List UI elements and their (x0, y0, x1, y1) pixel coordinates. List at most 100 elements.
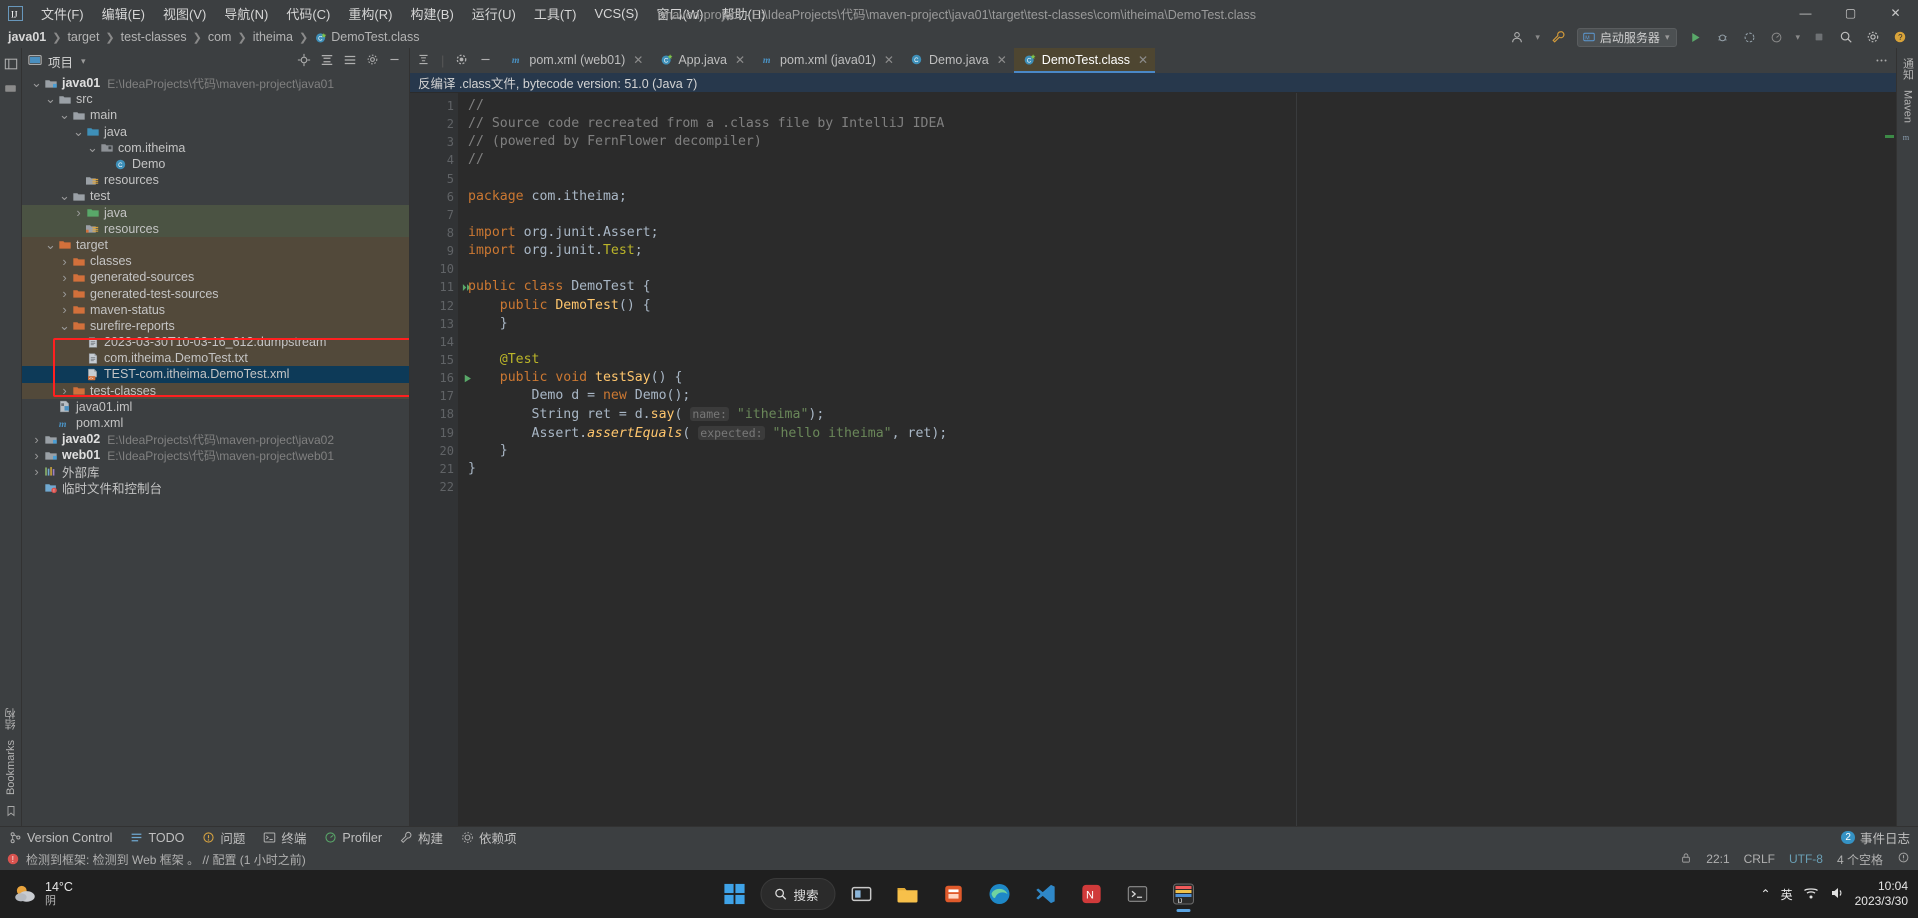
tab-close-icon[interactable]: ✕ (633, 53, 643, 67)
breadcrumb-item-3[interactable]: com (206, 30, 234, 44)
chevron-right-icon[interactable]: › (30, 464, 43, 479)
tab-close-icon[interactable]: ✕ (1138, 53, 1148, 67)
gutter-line-12[interactable]: 12 (410, 297, 458, 315)
menu-item-8[interactable]: 工具(T) (525, 1, 586, 26)
bottom-tool-2[interactable]: 问题 (193, 827, 254, 849)
task-view-button[interactable] (842, 874, 882, 914)
bottom-tool-4[interactable]: Profiler (315, 827, 391, 849)
gutter-line-21[interactable]: 21 (410, 460, 458, 478)
menu-item-9[interactable]: VCS(S) (585, 3, 647, 24)
settings-gear-icon[interactable] (1864, 29, 1881, 46)
editor-gutter[interactable]: 12345678910111213141516171819202122 (410, 93, 458, 826)
tray-expand-icon[interactable]: ⌃ (1761, 887, 1771, 901)
user-icon[interactable] (1508, 29, 1525, 46)
user-dropdown-caret[interactable]: ▾ (1535, 32, 1540, 43)
maven-tool-label[interactable]: Maven (1902, 90, 1914, 123)
chevron-down-icon[interactable]: ⌄ (86, 145, 99, 151)
gutter-line-4[interactable]: 4 (410, 151, 458, 169)
bottom-tool-1[interactable]: TODO (121, 827, 193, 849)
tree-node-19[interactable]: ›test-classes (22, 383, 409, 399)
taskbar-clock[interactable]: 10:04 2023/3/30 (1855, 879, 1908, 909)
hide-panel-icon[interactable] (388, 53, 401, 69)
code-content[interactable]: //// Source code recreated from a .class… (458, 93, 1896, 826)
maven-tool-icon[interactable]: m (1902, 131, 1914, 146)
gutter-line-3[interactable]: 3 (410, 133, 458, 151)
menu-item-2[interactable]: 视图(V) (154, 1, 215, 26)
gutter-line-8[interactable]: 8 (410, 224, 458, 242)
editor-tabs-overflow[interactable] (1875, 48, 1896, 73)
tree-node-8[interactable]: ›java (22, 205, 409, 221)
bottom-tool-3[interactable]: 终端 (254, 827, 315, 849)
vscode-button[interactable] (1026, 874, 1066, 914)
run-configuration-selector[interactable]: M 启动服务器 ▾ (1577, 28, 1678, 47)
help-icon[interactable]: ? (1891, 29, 1908, 46)
menu-item-1[interactable]: 编辑(E) (93, 1, 154, 26)
tree-node-22[interactable]: ›java02E:\IdeaProjects\代码\maven-project\… (22, 431, 409, 447)
maximize-button[interactable]: ▢ (1828, 0, 1873, 26)
indent-setting[interactable]: 4 个空格 (1837, 851, 1883, 868)
tab-close-icon[interactable]: ✕ (735, 53, 745, 67)
network-icon[interactable] (1803, 885, 1819, 904)
tab-close-icon[interactable]: ✕ (997, 53, 1007, 67)
gutter-line-5[interactable]: 5 (410, 170, 458, 188)
file-encoding[interactable]: UTF-8 (1789, 852, 1823, 866)
chevron-down-icon[interactable]: ⌄ (58, 112, 71, 118)
gutter-line-16[interactable]: 16 (410, 369, 458, 387)
run-button[interactable] (1687, 29, 1704, 46)
breadcrumb-item-1[interactable]: target (65, 30, 101, 44)
notifications-tool-label[interactable]: 通知 (1900, 58, 1916, 80)
chevron-right-icon[interactable]: › (58, 302, 71, 317)
event-log-button[interactable]: 2 事件日志 (1841, 828, 1910, 847)
caret-position[interactable]: 22:1 (1706, 852, 1729, 866)
weather-widget[interactable]: 14°C 阴 (0, 880, 73, 908)
project-panel-caret[interactable]: ▾ (81, 56, 86, 67)
editor-tab-0[interactable]: mpom.xml (web01)✕ (501, 48, 650, 73)
chevron-down-icon[interactable]: ⌄ (30, 80, 43, 86)
breadcrumb-item-4[interactable]: itheima (251, 30, 295, 44)
chevron-right-icon[interactable]: › (30, 432, 43, 447)
gutter-line-7[interactable]: 7 (410, 206, 458, 224)
scroll-from-source-icon[interactable] (297, 53, 311, 70)
profile-button[interactable] (1768, 29, 1785, 46)
wrench-icon[interactable] (1550, 29, 1567, 46)
run-with-coverage-button[interactable] (1741, 29, 1758, 46)
gutter-line-20[interactable]: 20 (410, 442, 458, 460)
gutter-line-11[interactable]: 11 (410, 278, 458, 296)
menu-item-0[interactable]: 文件(F) (32, 1, 93, 26)
menu-item-10[interactable]: 窗口(W) (648, 1, 713, 26)
tree-node-14[interactable]: ›maven-status (22, 302, 409, 318)
collapse-all-icon[interactable] (343, 53, 357, 70)
editor-tab-4[interactable]: CDemoTest.class✕ (1014, 48, 1155, 73)
chevron-down-icon[interactable]: ⌄ (44, 96, 57, 102)
tree-node-18[interactable]: <>TEST-com.itheima.DemoTest.xml (22, 366, 409, 382)
tree-node-4[interactable]: ⌄com.itheima (22, 140, 409, 156)
bottom-tool-0[interactable]: Version Control (0, 827, 121, 849)
expand-all-icon[interactable] (320, 53, 334, 70)
editor-tab-2[interactable]: mpom.xml (java01)✕ (752, 48, 901, 73)
more-run-caret[interactable]: ▾ (1795, 32, 1800, 43)
minimize-button[interactable]: — (1783, 0, 1828, 26)
tree-node-20[interactable]: java01.iml (22, 399, 409, 415)
breadcrumb-item-0[interactable]: java01 (6, 30, 48, 44)
project-tool-icon[interactable] (4, 57, 18, 74)
select-opened-file-icon[interactable] (417, 53, 430, 69)
ime-indicator[interactable]: 英 (1781, 886, 1793, 903)
breadcrumb-item-5[interactable]: CDemoTest.class (312, 30, 421, 44)
tree-node-0[interactable]: ⌄java01E:\IdeaProjects\代码\maven-project\… (22, 75, 409, 91)
tree-node-16[interactable]: 2023-03-30T10-03-16_612.dumpstream (22, 334, 409, 350)
store-button[interactable] (934, 874, 974, 914)
chevron-right-icon[interactable]: › (58, 254, 71, 269)
gutter-line-2[interactable]: 2 (410, 115, 458, 133)
gutter-line-15[interactable]: 15 (410, 351, 458, 369)
terminal-button[interactable] (1118, 874, 1158, 914)
tree-node-11[interactable]: ›classes (22, 253, 409, 269)
project-settings-icon[interactable] (366, 53, 379, 69)
gutter-line-18[interactable]: 18 (410, 405, 458, 423)
chevron-down-icon[interactable]: ⌄ (58, 193, 71, 199)
tree-node-15[interactable]: ⌄surefire-reports (22, 318, 409, 334)
editor-tab-1[interactable]: CApp.java✕ (650, 48, 752, 73)
commit-tool-icon[interactable] (4, 82, 17, 98)
tree-node-9[interactable]: resources (22, 221, 409, 237)
breadcrumb-item-2[interactable]: test-classes (119, 30, 189, 44)
lock-icon[interactable] (1680, 852, 1692, 867)
